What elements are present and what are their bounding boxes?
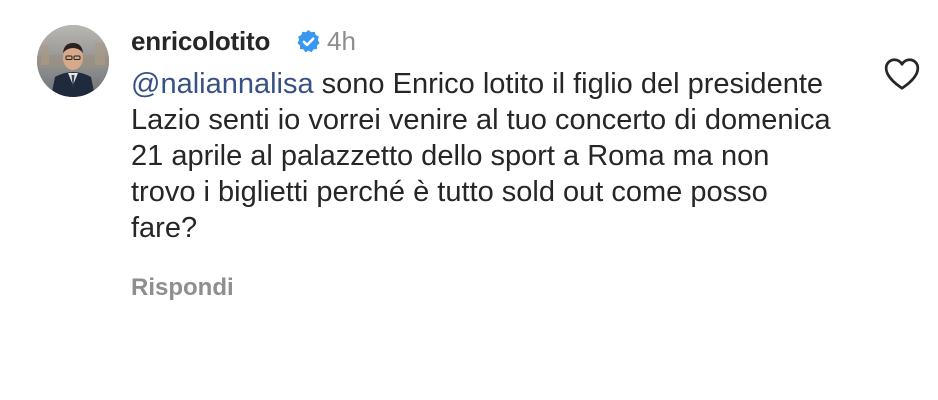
mention-link[interactable]: @naliannalisa <box>131 68 314 100</box>
comment-body: @naliannalisa sono Enrico lotito il figl… <box>131 66 831 246</box>
reply-button[interactable]: Rispondi <box>131 272 234 304</box>
comment-timestamp: 4h <box>327 26 356 56</box>
comment-page: enricolotito 4h @naliannalisa sono Enric… <box>0 0 938 400</box>
avatar[interactable] <box>37 25 109 97</box>
comment-item: enricolotito 4h @naliannalisa sono Enric… <box>0 0 938 318</box>
verified-badge-icon <box>297 30 320 53</box>
username[interactable]: enricolotito <box>131 24 270 58</box>
heart-icon[interactable] <box>883 56 921 92</box>
avatar-image <box>37 25 109 97</box>
